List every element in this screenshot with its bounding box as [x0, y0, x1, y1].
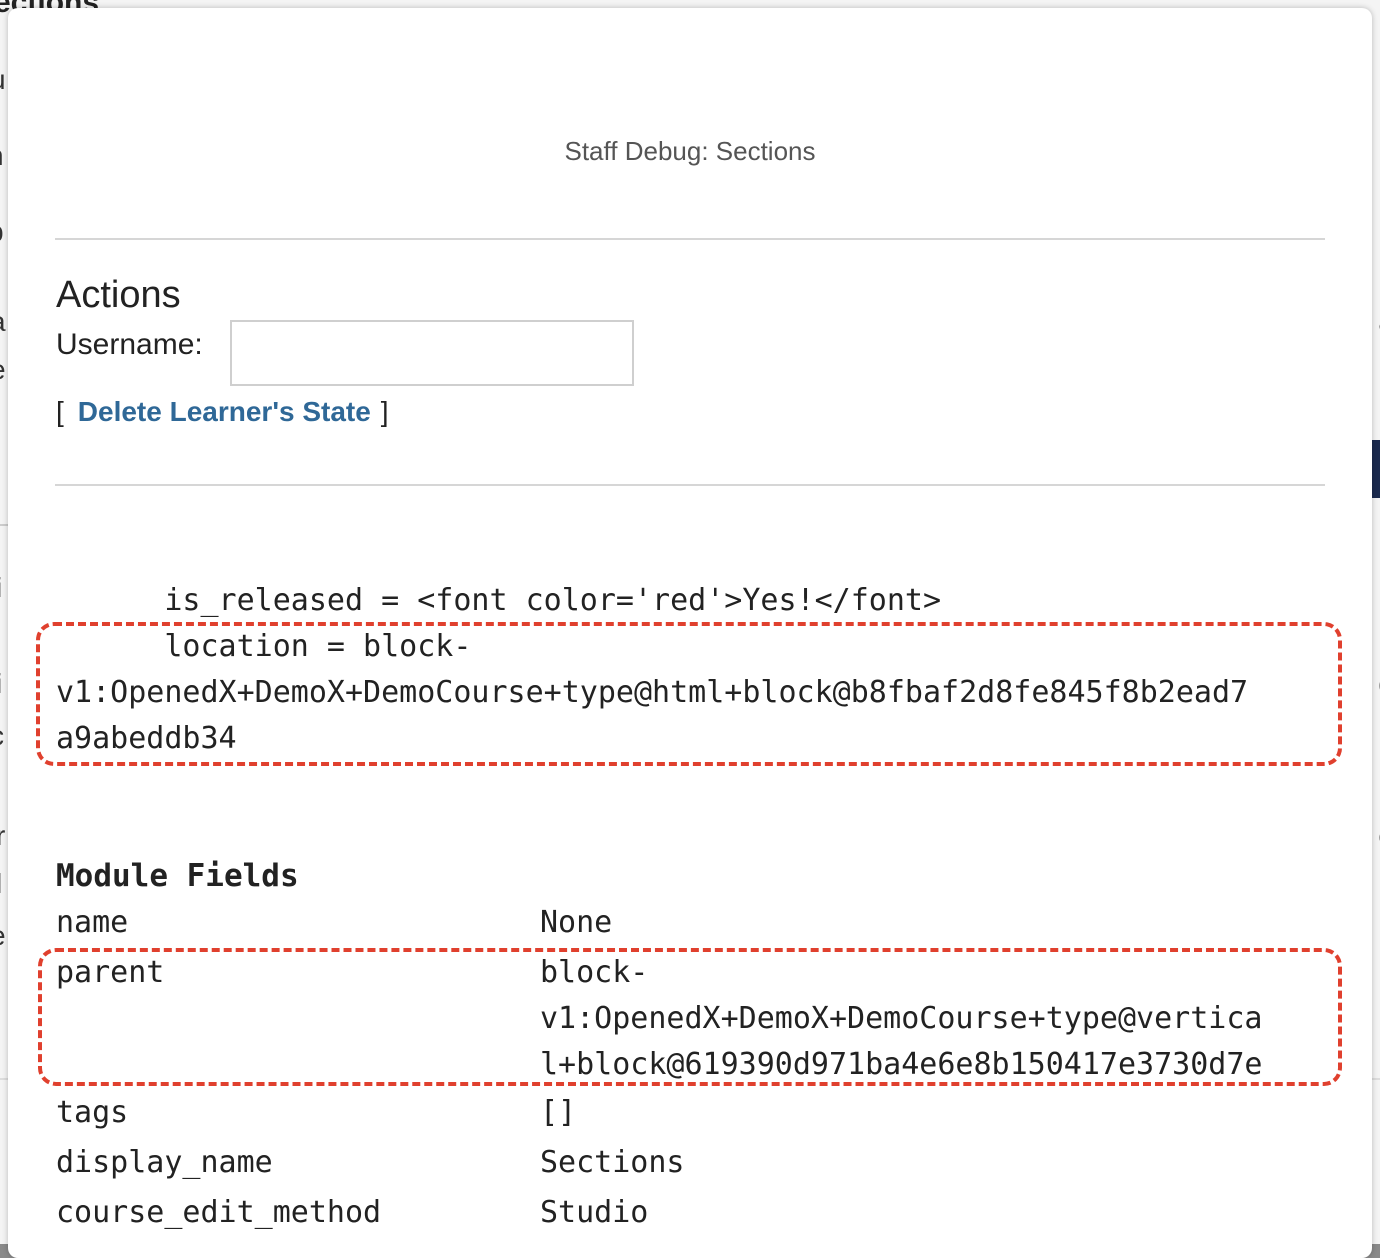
background-left-edge: u n b a e i i c r l e	[0, 64, 6, 951]
divider-top	[55, 238, 1325, 240]
field-value-display-name: Sections	[540, 1145, 685, 1180]
field-key-course-edit-method: course_edit_method	[56, 1195, 382, 1230]
modal-title: Staff Debug: Sections	[564, 136, 816, 166]
module-fields-heading: Module Fields	[56, 858, 299, 894]
delete-learner-state-link[interactable]: Delete Learner's State	[78, 396, 371, 427]
field-key-name: name	[56, 905, 129, 940]
field-value-tags: []	[540, 1095, 577, 1130]
debug-is-released: is_released = <font color='red'>Yes!</fo…	[56, 583, 942, 618]
field-key-tags: tags	[56, 1095, 129, 1130]
divider-bottom	[55, 484, 1325, 486]
bracket-close: ]	[380, 396, 389, 427]
highlight-location	[36, 622, 1342, 766]
field-value-name: None	[540, 905, 613, 940]
username-label: Username:	[56, 328, 203, 361]
background-separator	[0, 524, 8, 526]
bracket-open: [	[56, 396, 64, 427]
field-value-course-edit-method: Studio	[540, 1195, 649, 1230]
username-input[interactable]	[230, 320, 634, 386]
highlight-parent	[38, 948, 1342, 1086]
delete-state-row: [ Delete Learner's State]	[56, 396, 389, 428]
background-right-edge: a d e t	[1372, 0, 1380, 1244]
actions-heading: Actions	[56, 274, 181, 316]
field-key-display-name: display_name	[56, 1145, 273, 1180]
staff-debug-modal: Staff Debug: Sections Actions Username: …	[8, 8, 1372, 1258]
background-nav-button	[1372, 440, 1380, 498]
